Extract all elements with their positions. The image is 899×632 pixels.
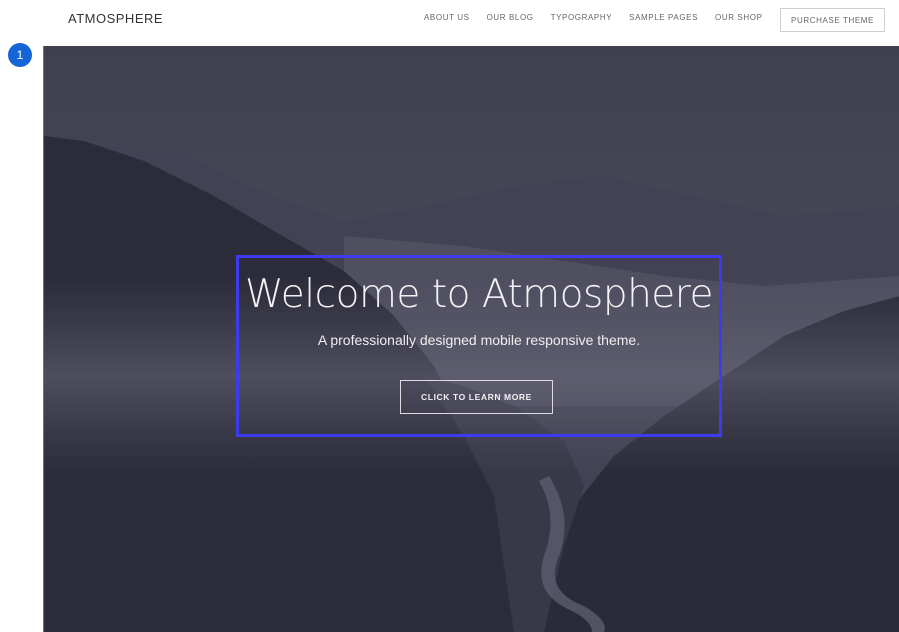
learn-more-button[interactable]: CLICK TO LEARN MORE [400,380,553,414]
nav-item-typography[interactable]: TYPOGRAPHY [551,13,613,22]
nav-item-about-us[interactable]: ABOUT US [424,13,470,22]
nav-item-our-blog[interactable]: OUR BLOG [487,13,534,22]
nav-item-sample-pages[interactable]: SAMPLE PAGES [629,13,698,22]
main-nav: ABOUT US OUR BLOG TYPOGRAPHY SAMPLE PAGE… [424,13,780,22]
hero-subtitle: A professionally designed mobile respons… [317,332,641,348]
site-logo[interactable]: ATMOSPHERE [68,11,163,26]
nav-item-our-shop[interactable]: OUR SHOP [715,13,762,22]
site-header: ATMOSPHERE ABOUT US OUR BLOG TYPOGRAPHY … [0,0,899,44]
annotation-badge: 1 [8,43,32,67]
hero-title: Welcome to Atmosphere [245,272,713,317]
purchase-theme-button[interactable]: PURCHASE THEME [780,8,885,32]
